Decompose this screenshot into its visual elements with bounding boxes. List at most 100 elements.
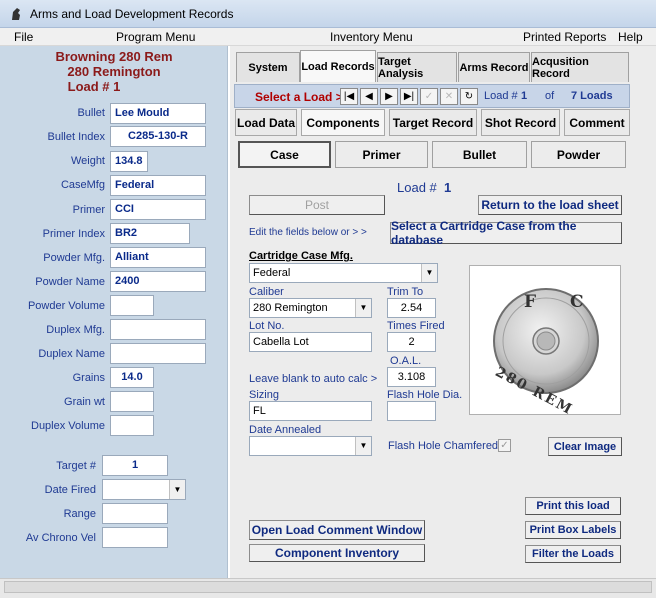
of-label: of (545, 90, 555, 102)
tab-target-analysis[interactable]: Target Analysis (377, 52, 457, 82)
case-mfg-value: Federal (253, 267, 291, 279)
tab-shot-record[interactable]: Shot Record (481, 109, 560, 136)
case-mfg-field[interactable]: Federal (110, 175, 206, 196)
print-box-labels-button[interactable]: Print Box Labels (525, 521, 621, 539)
primer-button[interactable]: Primer (335, 141, 428, 168)
previous-record-icon[interactable]: ◀ (360, 88, 378, 105)
times-fired-label: Times Fired (387, 320, 445, 332)
tab-arms-record[interactable]: Arms Record (458, 52, 530, 82)
menu-printed-reports[interactable]: Printed Reports (523, 30, 606, 44)
powder-name-label: Powder Name (35, 276, 105, 288)
flash-hole-chamfered-checkbox[interactable]: ✓ (498, 439, 511, 452)
menu-help[interactable]: Help (618, 30, 643, 44)
trim-to-label: Trim To (387, 286, 424, 298)
caliber-value: 280 Remington (253, 302, 328, 314)
case-mfg-label: CaseMfg (60, 179, 105, 191)
chevron-down-icon[interactable]: ▼ (355, 437, 371, 455)
date-annealed-combo[interactable]: ▼ (249, 436, 372, 456)
grain-wt-field[interactable] (110, 391, 154, 412)
select-cartridge-case-button[interactable]: Select a Cartridge Case from the databas… (390, 219, 622, 247)
print-this-load-button[interactable]: Print this load (525, 497, 621, 515)
auto-calc-hint: Leave blank to auto calc > (249, 373, 378, 385)
menu-program[interactable]: Program Menu (116, 30, 195, 44)
powder-name-field[interactable]: 2400 (110, 271, 206, 292)
refresh-icon[interactable]: ↻ (460, 88, 478, 105)
oal-field[interactable]: 3.108 (387, 367, 436, 387)
case-button[interactable]: Case (238, 141, 331, 168)
lot-no-field[interactable]: Cabella Lot (249, 332, 372, 352)
case-mfg-combo[interactable]: Federal ▼ (249, 263, 438, 283)
times-fired-field[interactable]: 2 (387, 332, 436, 352)
filter-loads-button[interactable]: Filter the Loads (525, 545, 621, 563)
chevron-down-icon[interactable]: ▼ (355, 299, 371, 317)
primer-field[interactable]: CCI (110, 199, 206, 220)
tab-load-data[interactable]: Load Data (235, 109, 297, 136)
primer-index-field[interactable]: BR2 (110, 223, 190, 244)
powder-volume-field[interactable] (110, 295, 154, 316)
edit-hint: Edit the fields below or > > (249, 227, 367, 238)
bullet-index-label: Bullet Index (47, 131, 105, 143)
tab-target-record[interactable]: Target Record (389, 109, 477, 136)
tab-load-records[interactable]: Load Records (300, 50, 376, 82)
grains-field[interactable]: 14.0 (110, 367, 154, 388)
duplex-volume-field[interactable] (110, 415, 154, 436)
target-no-field[interactable]: 1 (102, 455, 168, 476)
duplex-volume-label: Duplex Volume (31, 420, 105, 432)
horizontal-scrollbar[interactable] (4, 581, 652, 593)
return-to-load-sheet-button[interactable]: Return to the load sheet (478, 195, 622, 215)
first-record-icon[interactable]: |◀ (340, 88, 358, 105)
date-fired-label: Date Fired (44, 484, 96, 496)
case-mfg-title: Cartridge Case Mfg. (249, 250, 353, 262)
headstamp-top: F C (524, 292, 598, 312)
load-number: Load # 1 (67, 79, 121, 94)
post-button[interactable]: Post (249, 195, 385, 215)
app-icon (12, 8, 20, 20)
sizing-field[interactable]: FL (249, 401, 372, 421)
menu-inventory[interactable]: Inventory Menu (330, 30, 413, 44)
caliber-combo[interactable]: 280 Remington ▼ (249, 298, 372, 318)
oal-label: O.A.L. (390, 355, 422, 367)
open-load-comment-button[interactable]: Open Load Comment Window (249, 520, 425, 540)
bullet-field[interactable]: Lee Mould (110, 103, 206, 124)
bullet-index-field[interactable]: C285-130-R (110, 126, 206, 147)
next-record-icon[interactable]: ▶ (380, 88, 398, 105)
bullet-button[interactable]: Bullet (432, 141, 527, 168)
flash-hole-dia-label: Flash Hole Dia. (387, 389, 463, 401)
weight-label: Weight (70, 155, 105, 167)
component-inventory-button[interactable]: Component Inventory (249, 544, 425, 562)
trim-to-field[interactable]: 2.54 (387, 298, 436, 318)
primer-index-label: Primer Index (42, 228, 105, 240)
powder-button[interactable]: Powder (531, 141, 626, 168)
duplex-name-field[interactable] (110, 343, 206, 364)
bullet-label: Bullet (77, 107, 105, 119)
cancel-record-icon[interactable]: ✕ (440, 88, 458, 105)
save-record-icon[interactable]: ✓ (420, 88, 438, 105)
weight-field[interactable]: 134.8 (110, 151, 148, 172)
load-no-label: Load # (484, 90, 518, 102)
menu-file[interactable]: File (14, 30, 33, 44)
date-annealed-label: Date Annealed (249, 424, 322, 436)
powder-mfg-field[interactable]: Alliant (110, 247, 206, 268)
range-field[interactable] (102, 503, 168, 524)
av-chrono-label: Av Chrono Vel (25, 532, 96, 544)
chevron-down-icon[interactable]: ▼ (169, 480, 185, 499)
grain-wt-label: Grain wt (64, 396, 105, 408)
flash-hole-chamfered-label: Flash Hole Chamfered (388, 440, 499, 452)
clear-image-button[interactable]: Clear Image (548, 437, 622, 456)
av-chrono-field[interactable] (102, 527, 168, 548)
duplex-mfg-field[interactable] (110, 319, 206, 340)
last-record-icon[interactable]: ▶| (400, 88, 418, 105)
window-title: Arms and Load Development Records (30, 7, 234, 21)
chevron-down-icon[interactable]: ▼ (421, 264, 437, 282)
duplex-name-label: Duplex Name (38, 348, 105, 360)
powder-volume-label: Powder Volume (27, 300, 105, 312)
case-load-number: 1 (444, 180, 452, 195)
date-fired-combo[interactable]: ▼ (102, 479, 186, 500)
flash-hole-dia-field[interactable] (387, 401, 436, 421)
caliber-label: Caliber (249, 286, 284, 298)
tab-acquisition-record[interactable]: Acqusition Record (531, 52, 629, 82)
tab-system[interactable]: System (236, 52, 300, 82)
tab-comment[interactable]: Comment (564, 109, 630, 136)
target-no-label: Target # (56, 460, 96, 472)
tab-components[interactable]: Components (301, 109, 385, 136)
